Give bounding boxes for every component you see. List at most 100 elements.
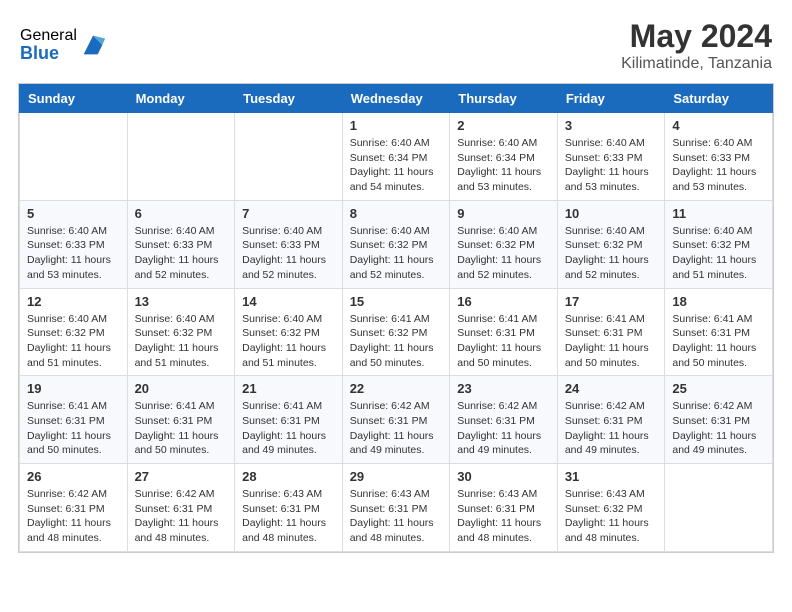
calendar-cell: 29 Sunrise: 6:43 AM Sunset: 6:31 PM Dayli… [342, 464, 450, 552]
calendar-cell: 25 Sunrise: 6:42 AM Sunset: 6:31 PM Dayli… [665, 376, 773, 464]
calendar-cell: 20 Sunrise: 6:41 AM Sunset: 6:31 PM Dayli… [127, 376, 235, 464]
calendar-cell: 18Sunrise: 6:41 AM Sunset: 6:31 PM Dayli… [665, 288, 773, 376]
calendar-cell: 11Sunrise: 6:40 AM Sunset: 6:32 PM Dayli… [665, 200, 773, 288]
day-number: 13 [135, 294, 228, 309]
month-title: May 2024 [621, 18, 772, 55]
day-number: 2 [457, 118, 550, 133]
day-number: 14 [242, 294, 335, 309]
logo-icon [79, 31, 107, 59]
col-tuesday: Tuesday [235, 85, 343, 113]
day-number: 12 [27, 294, 120, 309]
day-info: Sunrise: 6:43 AM Sunset: 6:31 PM Dayligh… [350, 487, 443, 546]
day-info: Sunrise: 6:42 AM Sunset: 6:31 PM Dayligh… [27, 487, 120, 546]
day-info: Sunrise: 6:40 AM Sunset: 6:34 PM Dayligh… [350, 136, 443, 195]
day-number: 25 [672, 381, 765, 396]
calendar-cell: 5Sunrise: 6:40 AM Sunset: 6:33 PM Daylig… [20, 200, 128, 288]
location-title: Kilimatinde, Tanzania [621, 55, 772, 73]
calendar-cell: 15 Sunrise: 6:41 AM Sunset: 6:32 PM Dayli… [342, 288, 450, 376]
calendar-week-1: 1 Sunrise: 6:40 AM Sunset: 6:34 PM Daylig… [20, 113, 773, 201]
day-info: Sunrise: 6:41 AM Sunset: 6:32 PM Dayligh… [350, 312, 443, 371]
day-info: Sunrise: 6:40 AM Sunset: 6:32 PM Dayligh… [242, 312, 335, 371]
day-info: Sunrise: 6:43 AM Sunset: 6:31 PM Dayligh… [457, 487, 550, 546]
col-saturday: Saturday [665, 85, 773, 113]
calendar-cell: 3Sunrise: 6:40 AM Sunset: 6:33 PM Daylig… [557, 113, 665, 201]
calendar-cell: 13 Sunrise: 6:40 AM Sunset: 6:32 PM Dayli… [127, 288, 235, 376]
day-info: Sunrise: 6:42 AM Sunset: 6:31 PM Dayligh… [350, 399, 443, 458]
calendar-cell: 7 Sunrise: 6:40 AM Sunset: 6:33 PM Daylig… [235, 200, 343, 288]
day-number: 7 [242, 206, 335, 221]
calendar-cell: 19Sunrise: 6:41 AM Sunset: 6:31 PM Dayli… [20, 376, 128, 464]
day-info: Sunrise: 6:40 AM Sunset: 6:32 PM Dayligh… [350, 224, 443, 283]
day-info: Sunrise: 6:42 AM Sunset: 6:31 PM Dayligh… [457, 399, 550, 458]
day-info: Sunrise: 6:43 AM Sunset: 6:32 PM Dayligh… [565, 487, 658, 546]
col-thursday: Thursday [450, 85, 558, 113]
day-number: 1 [350, 118, 443, 133]
col-monday: Monday [127, 85, 235, 113]
calendar-cell [665, 464, 773, 552]
day-number: 29 [350, 469, 443, 484]
day-info: Sunrise: 6:40 AM Sunset: 6:33 PM Dayligh… [242, 224, 335, 283]
calendar-cell: 10 Sunrise: 6:40 AM Sunset: 6:32 PM Dayli… [557, 200, 665, 288]
day-info: Sunrise: 6:41 AM Sunset: 6:31 PM Dayligh… [457, 312, 550, 371]
day-number: 15 [350, 294, 443, 309]
logo-blue: Blue [20, 44, 77, 64]
day-info: Sunrise: 6:40 AM Sunset: 6:34 PM Dayligh… [457, 136, 550, 195]
logo: General Blue [20, 27, 107, 64]
day-info: Sunrise: 6:42 AM Sunset: 6:31 PM Dayligh… [672, 399, 765, 458]
day-info: Sunrise: 6:43 AM Sunset: 6:31 PM Dayligh… [242, 487, 335, 546]
calendar-cell: 12 Sunrise: 6:40 AM Sunset: 6:32 PM Dayli… [20, 288, 128, 376]
calendar-cell: 16Sunrise: 6:41 AM Sunset: 6:31 PM Dayli… [450, 288, 558, 376]
calendar-week-2: 5 Sunrise: 6:40 AM Sunset: 6:33 PM Daylig… [20, 200, 773, 288]
day-number: 27 [135, 469, 228, 484]
day-number: 22 [350, 381, 443, 396]
day-info: Sunrise: 6:41 AM Sunset: 6:31 PM Dayligh… [27, 399, 120, 458]
calendar-cell: 4 Sunrise: 6:40 AM Sunset: 6:33 PM Daylig… [665, 113, 773, 201]
day-number: 4 [672, 118, 765, 133]
day-number: 10 [565, 206, 658, 221]
day-info: Sunrise: 6:41 AM Sunset: 6:31 PM Dayligh… [242, 399, 335, 458]
calendar-cell: 17Sunrise: 6:41 AM Sunset: 6:31 PM Dayli… [557, 288, 665, 376]
calendar-cell: 22 Sunrise: 6:42 AM Sunset: 6:31 PM Dayli… [342, 376, 450, 464]
col-sunday: Sunday [20, 85, 128, 113]
day-number: 3 [565, 118, 658, 133]
calendar-cell: 30 Sunrise: 6:43 AM Sunset: 6:31 PM Dayli… [450, 464, 558, 552]
calendar-container: Sunday Monday Tuesday Wednesday Thursday… [18, 83, 774, 553]
day-info: Sunrise: 6:40 AM Sunset: 6:32 PM Dayligh… [565, 224, 658, 283]
day-number: 30 [457, 469, 550, 484]
day-number: 28 [242, 469, 335, 484]
day-number: 5 [27, 206, 120, 221]
calendar-cell: 1 Sunrise: 6:40 AM Sunset: 6:34 PM Daylig… [342, 113, 450, 201]
calendar-cell: 24Sunrise: 6:42 AM Sunset: 6:31 PM Dayli… [557, 376, 665, 464]
col-friday: Friday [557, 85, 665, 113]
calendar-cell [127, 113, 235, 201]
calendar-cell: 14 Sunrise: 6:40 AM Sunset: 6:32 PM Dayli… [235, 288, 343, 376]
day-info: Sunrise: 6:40 AM Sunset: 6:32 PM Dayligh… [27, 312, 120, 371]
header: General Blue May 2024 Kilimatinde, Tanza… [10, 10, 782, 77]
header-row: Sunday Monday Tuesday Wednesday Thursday… [20, 85, 773, 113]
calendar-table: Sunday Monday Tuesday Wednesday Thursday… [19, 84, 773, 552]
calendar-week-3: 12 Sunrise: 6:40 AM Sunset: 6:32 PM Dayli… [20, 288, 773, 376]
day-info: Sunrise: 6:40 AM Sunset: 6:33 PM Dayligh… [135, 224, 228, 283]
day-info: Sunrise: 6:40 AM Sunset: 6:32 PM Dayligh… [135, 312, 228, 371]
day-info: Sunrise: 6:41 AM Sunset: 6:31 PM Dayligh… [135, 399, 228, 458]
day-number: 26 [27, 469, 120, 484]
day-info: Sunrise: 6:40 AM Sunset: 6:32 PM Dayligh… [672, 224, 765, 283]
logo-text: General Blue [20, 27, 77, 64]
calendar-cell: 9Sunrise: 6:40 AM Sunset: 6:32 PM Daylig… [450, 200, 558, 288]
calendar-cell [235, 113, 343, 201]
day-number: 23 [457, 381, 550, 396]
calendar-cell: 2 Sunrise: 6:40 AM Sunset: 6:34 PM Daylig… [450, 113, 558, 201]
day-number: 31 [565, 469, 658, 484]
day-info: Sunrise: 6:41 AM Sunset: 6:31 PM Dayligh… [565, 312, 658, 371]
day-number: 21 [242, 381, 335, 396]
calendar-cell: 26 Sunrise: 6:42 AM Sunset: 6:31 PM Dayli… [20, 464, 128, 552]
calendar-cell: 27 Sunrise: 6:42 AM Sunset: 6:31 PM Dayli… [127, 464, 235, 552]
calendar-cell: 23 Sunrise: 6:42 AM Sunset: 6:31 PM Dayli… [450, 376, 558, 464]
col-wednesday: Wednesday [342, 85, 450, 113]
logo-general: General [20, 27, 77, 45]
calendar-cell: 6Sunrise: 6:40 AM Sunset: 6:33 PM Daylig… [127, 200, 235, 288]
day-number: 20 [135, 381, 228, 396]
day-info: Sunrise: 6:40 AM Sunset: 6:33 PM Dayligh… [672, 136, 765, 195]
day-info: Sunrise: 6:42 AM Sunset: 6:31 PM Dayligh… [135, 487, 228, 546]
calendar-cell: 8Sunrise: 6:40 AM Sunset: 6:32 PM Daylig… [342, 200, 450, 288]
